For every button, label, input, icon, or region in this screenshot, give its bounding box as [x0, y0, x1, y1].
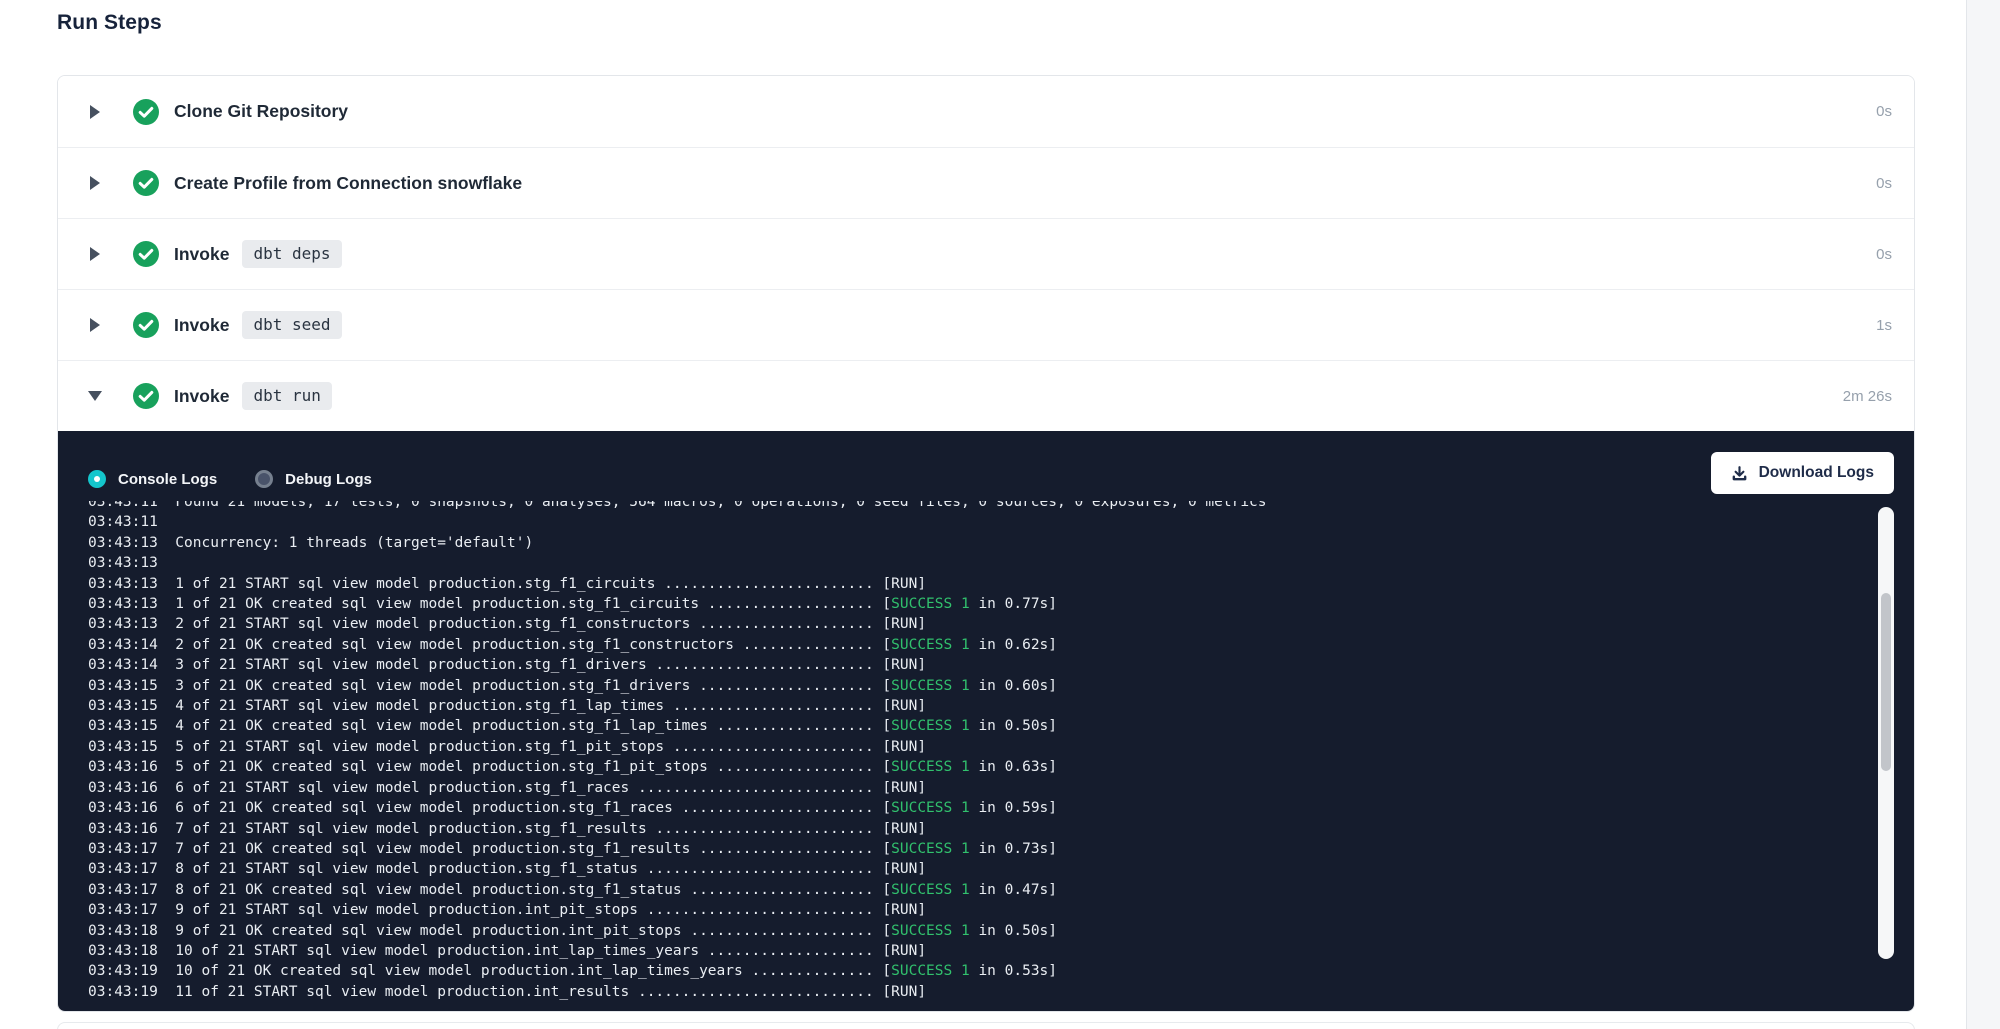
step-command-badge: dbt run — [242, 382, 331, 410]
radio-selected-icon[interactable] — [88, 470, 106, 488]
log-scrollbar-thumb[interactable] — [1881, 593, 1891, 771]
step-duration: 1s — [1876, 317, 1892, 334]
step-title: Create Profile from Connection snowflake — [174, 173, 522, 194]
log-line: 03:43:17 7 of 21 OK created sql view mod… — [88, 839, 1866, 859]
step-duration: 2m 26s — [1843, 388, 1892, 405]
chevron-down-icon[interactable] — [88, 391, 102, 401]
log-line: 03:43:17 9 of 21 START sql view model pr… — [88, 900, 1866, 920]
log-line: 03:43:16 6 of 21 OK created sql view mod… — [88, 798, 1866, 818]
step-duration: 0s — [1876, 246, 1892, 263]
step-row[interactable]: Invoke dbt seed 1s — [58, 289, 1914, 360]
chevron-right-icon[interactable] — [88, 247, 102, 261]
status-success-icon — [133, 383, 159, 409]
step-row[interactable]: Invoke dbt deps 0s — [58, 218, 1914, 289]
log-line: 03:43:14 2 of 21 OK created sql view mod… — [88, 635, 1866, 655]
run-steps-list: Clone Git Repository 0s Create Profile f… — [58, 76, 1914, 431]
status-success-icon — [133, 170, 159, 196]
download-logs-button[interactable]: Download Logs — [1711, 452, 1894, 494]
log-tabs: Console Logs Debug Logs — [88, 469, 372, 489]
log-line: 03:43:15 3 of 21 OK created sql view mod… — [88, 676, 1866, 696]
tab-debug-logs[interactable]: Debug Logs — [255, 470, 372, 488]
step-title: Clone Git Repository — [174, 101, 348, 122]
log-line: 03:43:17 8 of 21 OK created sql view mod… — [88, 880, 1866, 900]
chevron-right-icon[interactable] — [88, 105, 102, 119]
log-line: 03:43:13 1 of 21 START sql view model pr… — [88, 574, 1866, 594]
log-line: 03:43:19 10 of 21 OK created sql view mo… — [88, 961, 1866, 981]
step-command-badge: dbt deps — [242, 240, 341, 268]
log-line: 03:43:18 10 of 21 START sql view model p… — [88, 941, 1866, 961]
log-line: 03:43:11 Found 21 models, 17 tests, 0 sn… — [88, 501, 1866, 512]
download-icon — [1731, 465, 1748, 482]
log-line: 03:43:15 4 of 21 START sql view model pr… — [88, 696, 1866, 716]
status-success-icon — [133, 241, 159, 267]
log-line: 03:43:15 5 of 21 START sql view model pr… — [88, 737, 1866, 757]
adjacent-panel-strip — [1966, 0, 2000, 1029]
console-log-panel: Console Logs Debug Logs Download Logs 03… — [58, 431, 1914, 1011]
step-duration: 0s — [1876, 175, 1892, 192]
tab-console-logs-label: Console Logs — [118, 471, 217, 488]
log-line: 03:43:13 Concurrency: 1 threads (target=… — [88, 533, 1866, 553]
step-title: Invoke — [174, 386, 229, 407]
run-steps-panel: Clone Git Repository 0s Create Profile f… — [57, 75, 1915, 1012]
step-row[interactable]: Clone Git Repository 0s — [58, 76, 1914, 147]
log-line: 03:43:13 — [88, 553, 1866, 573]
step-duration: 0s — [1876, 103, 1892, 120]
status-success-icon — [133, 99, 159, 125]
log-line: 03:43:13 2 of 21 START sql view model pr… — [88, 614, 1866, 634]
log-lines: 03:43:11 Found 21 models, 17 tests, 0 sn… — [88, 501, 1866, 1002]
log-line: 03:43:17 8 of 21 START sql view model pr… — [88, 859, 1866, 879]
log-line: 03:43:15 4 of 21 OK created sql view mod… — [88, 716, 1866, 736]
step-row[interactable]: Create Profile from Connection snowflake… — [58, 147, 1914, 218]
run-detail-page: Run Steps Clone Git Repository 0s Create… — [0, 0, 2000, 1029]
chevron-right-icon[interactable] — [88, 176, 102, 190]
chevron-right-icon[interactable] — [88, 318, 102, 332]
log-line: 03:43:16 6 of 21 START sql view model pr… — [88, 778, 1866, 798]
log-scrollbar-track[interactable] — [1878, 507, 1894, 959]
step-title: Invoke — [174, 244, 229, 265]
tab-debug-logs-label: Debug Logs — [285, 471, 372, 488]
log-line: 03:43:19 11 of 21 START sql view model p… — [88, 982, 1866, 1002]
page-title: Run Steps — [57, 11, 162, 35]
log-line: 03:43:16 5 of 21 OK created sql view mod… — [88, 757, 1866, 777]
console-log-output[interactable]: 03:43:11 Found 21 models, 17 tests, 0 sn… — [88, 501, 1866, 1003]
log-line: 03:43:18 9 of 21 OK created sql view mod… — [88, 921, 1866, 941]
radio-unselected-icon[interactable] — [255, 470, 273, 488]
log-line: 03:43:13 1 of 21 OK created sql view mod… — [88, 594, 1866, 614]
log-line: 03:43:14 3 of 21 START sql view model pr… — [88, 655, 1866, 675]
log-line: 03:43:16 7 of 21 START sql view model pr… — [88, 819, 1866, 839]
log-line: 03:43:11 — [88, 512, 1866, 532]
step-row[interactable]: Invoke dbt run 2m 26s — [58, 360, 1914, 431]
tab-console-logs[interactable]: Console Logs — [88, 470, 217, 488]
step-command-badge: dbt seed — [242, 311, 341, 339]
status-success-icon — [133, 312, 159, 338]
step-title: Invoke — [174, 315, 229, 336]
download-logs-label: Download Logs — [1759, 464, 1874, 482]
next-step-card-edge — [57, 1022, 1915, 1029]
